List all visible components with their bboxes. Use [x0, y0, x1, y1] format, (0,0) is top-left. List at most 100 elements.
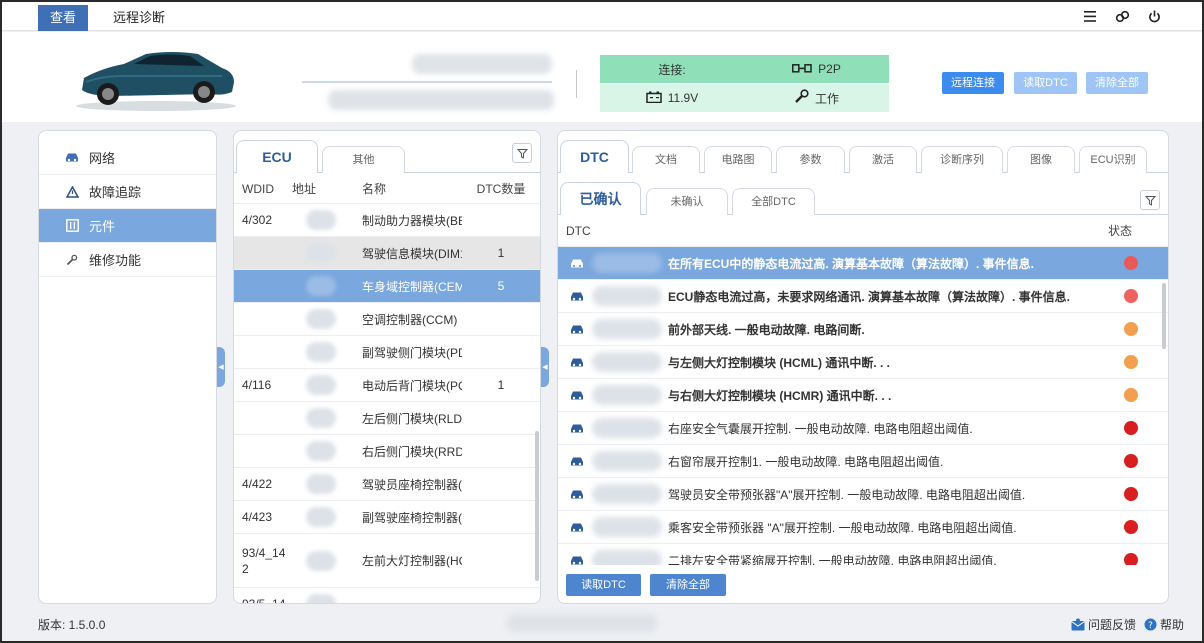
bottom-read-dtc-button[interactable]: 读取DTC: [566, 574, 641, 596]
feedback-link[interactable]: 问题反馈: [1071, 616, 1136, 633]
subtab-confirmed[interactable]: 已确认: [560, 182, 641, 215]
blurred-dtc-code: [592, 418, 662, 438]
dtc-row[interactable]: 与右侧大灯控制模块 (HCMR) 通讯中断. . .: [558, 379, 1168, 412]
dtc-row[interactable]: 驾驶员安全带预张器"A"展开控制. 一般电动故障. 电路电阻超出阈值.: [558, 478, 1168, 511]
tab-view[interactable]: 查看: [38, 5, 88, 31]
tab-remote-diagnosis[interactable]: 远程诊断: [99, 5, 179, 31]
collapse-middle-handle[interactable]: ◀: [541, 347, 549, 387]
nav-item-network[interactable]: 网络: [39, 141, 216, 175]
blurred-dtc-code: [592, 352, 662, 372]
dtc-row[interactable]: 在所有ECU中的静态电流过高. 演算基本故障（算法故障）. 事件信息.: [558, 247, 1168, 280]
dtc-row[interactable]: 右窗帘展开控制1. 一般电动故障. 电路电阻超出阈值.: [558, 445, 1168, 478]
feedback-icon: [1071, 618, 1085, 631]
ecu-table-row[interactable]: 4/116 电动后背门模块(PO 1: [234, 369, 540, 402]
status-dot: [1124, 322, 1138, 336]
feedback-label: 问题反馈: [1087, 618, 1136, 632]
dtc-description: ECU静态电流过高，未要求网络通讯. 演算基本故障（算法故障）. 事件信息.: [668, 289, 1071, 304]
power-icon[interactable]: [1146, 8, 1162, 24]
dtc-scrollbar[interactable]: [1162, 283, 1166, 349]
nav-item-fault-tracking[interactable]: 故障追踪: [39, 175, 216, 209]
tab-diagnostic-sequence[interactable]: 诊断序列: [921, 146, 1003, 173]
dtc-row[interactable]: 乘客安全带预张器 "A"展开控制. 一般电动故障. 电路电阻超出阈值.: [558, 511, 1168, 544]
blurred-footer-info: [507, 614, 657, 632]
ecu-dtc-count: 5: [497, 279, 505, 293]
help-link[interactable]: ? 帮助: [1144, 616, 1184, 633]
col-dtc: DTC: [566, 223, 591, 238]
filter-icon: [516, 148, 528, 159]
ecu-table-row[interactable]: 驾驶信息模块(DIM1 1: [234, 237, 540, 270]
remote-connect-button[interactable]: 远程连接: [942, 72, 1004, 94]
ecu-address: [292, 336, 362, 368]
dtc-description: 右座安全气囊展开控制. 一般电动故障. 电路电阻超出阈值.: [668, 421, 973, 436]
subtab-unconfirmed[interactable]: 未确认: [646, 188, 728, 215]
dtc-row[interactable]: 右座安全气囊展开控制. 一般电动故障. 电路电阻超出阈值.: [558, 412, 1168, 445]
wrench-status-icon: [794, 89, 809, 107]
ecu-address: [292, 369, 362, 401]
bottom-clear-all-button[interactable]: 清除全部: [650, 574, 726, 596]
car-icon: [562, 357, 592, 368]
dtc-filter-button[interactable]: [1140, 190, 1160, 210]
ecu-table-row[interactable]: 副驾驶侧门模块(PD: [234, 336, 540, 369]
svg-text:?: ?: [1148, 621, 1153, 631]
blurred-dtc-code: [592, 517, 662, 537]
ecu-wdid: 93/4_14 2: [242, 545, 286, 576]
ecu-table-row[interactable]: 左后侧门模块(RLDM: [234, 402, 540, 435]
ecu-name: 车身域控制器(CEM: [362, 279, 462, 294]
ecu-table-row[interactable]: 空调控制器(CCM): [234, 303, 540, 336]
link-icon[interactable]: [1114, 8, 1130, 24]
ecu-address: [292, 501, 362, 533]
blurred-dtc-code: [592, 451, 662, 471]
ecu-address: [292, 534, 362, 587]
ecu-table-row[interactable]: 93/4_14 2 左前大灯控制器(HC: [234, 534, 540, 588]
connection-value: P2P: [818, 62, 841, 76]
collapse-left-handle[interactable]: ◀: [217, 347, 225, 387]
ecu-table-row[interactable]: 4/422 驾驶员座椅控制器(S: [234, 468, 540, 501]
nav-label-network: 网络: [89, 151, 116, 166]
tab-other[interactable]: 其他: [322, 146, 405, 173]
ecu-filter-button[interactable]: [512, 143, 532, 163]
ecu-address: [292, 204, 362, 236]
col-name: 名称: [362, 182, 387, 196]
ecu-scrollbar[interactable]: [535, 431, 539, 581]
dtc-panel: DTC 文档 电路图 参数 激活 诊断序列 图像 ECU识别 已确认 未确认 全…: [557, 130, 1169, 604]
tab-ecu[interactable]: ECU: [236, 140, 318, 173]
ecu-name: 副驾驶座椅控制器(S: [362, 510, 462, 525]
car-icon: [562, 324, 592, 335]
dtc-row[interactable]: ECU静态电流过高，未要求网络通讯. 演算基本故障（算法故障）. 事件信息.: [558, 280, 1168, 313]
ecu-table-row[interactable]: 右后侧门模块(RRDI: [234, 435, 540, 468]
ecu-table: WDID 地址 名称 DTC数量 4/302 制动助力器模块(BB 驾驶信息模块(D…: [234, 174, 540, 603]
ecu-table-row[interactable]: 4/302 制动助力器模块(BB: [234, 204, 540, 237]
ecu-table-row[interactable]: 93/5_14: [234, 588, 540, 603]
ecu-table-row[interactable]: 4/423 副驾驶座椅控制器(S: [234, 501, 540, 534]
blurred-address: [306, 441, 336, 461]
nav-label-components: 元件: [89, 219, 116, 234]
dtc-row[interactable]: 与左侧大灯控制模块 (HCML) 通讯中断. . .: [558, 346, 1168, 379]
blurred-address: [306, 276, 336, 296]
tab-images[interactable]: 图像: [1007, 146, 1075, 173]
tab-dtc[interactable]: DTC: [560, 140, 629, 173]
ecu-address: [292, 402, 362, 434]
car-icon: [562, 456, 592, 467]
tab-activation[interactable]: 激活: [849, 146, 917, 173]
tab-parameters[interactable]: 参数: [776, 146, 845, 173]
nav-item-repair-functions[interactable]: 维修功能: [39, 243, 216, 277]
blurred-dtc-code: [592, 286, 662, 306]
subtab-all-dtc[interactable]: 全部DTC: [732, 188, 815, 215]
col-dtc-count: DTC数量: [476, 182, 526, 196]
dtc-description: 右窗帘展开控制1. 一般电动故障. 电路电阻超出阈值.: [668, 454, 944, 469]
ecu-wdid: 4/422: [242, 477, 273, 491]
dtc-description: 在所有ECU中的静态电流过高. 演算基本故障（算法故障）. 事件信息.: [668, 256, 1035, 271]
read-dtc-button[interactable]: 读取DTC: [1014, 72, 1077, 94]
tab-circuit-diagram[interactable]: 电路图: [704, 146, 772, 173]
ecu-name: 空调控制器(CCM): [362, 312, 458, 327]
clear-all-button[interactable]: 清除全部: [1086, 72, 1148, 94]
col-address: 地址: [292, 182, 317, 196]
ecu-table-row[interactable]: 车身域控制器(CEM 5: [234, 270, 540, 303]
status-dot: [1124, 487, 1138, 501]
menu-icon[interactable]: [1082, 8, 1098, 24]
dtc-row[interactable]: 前外部天线. 一般电动故障. 电路间断.: [558, 313, 1168, 346]
tab-ecu-identification[interactable]: ECU识别: [1079, 146, 1147, 173]
nav-item-components[interactable]: 元件: [39, 209, 216, 243]
dtc-row[interactable]: 二排左安全带紧缩展开控制. 一般电动故障. 电路电阻超出阈值.: [558, 544, 1168, 565]
tab-documents[interactable]: 文档: [632, 146, 700, 173]
